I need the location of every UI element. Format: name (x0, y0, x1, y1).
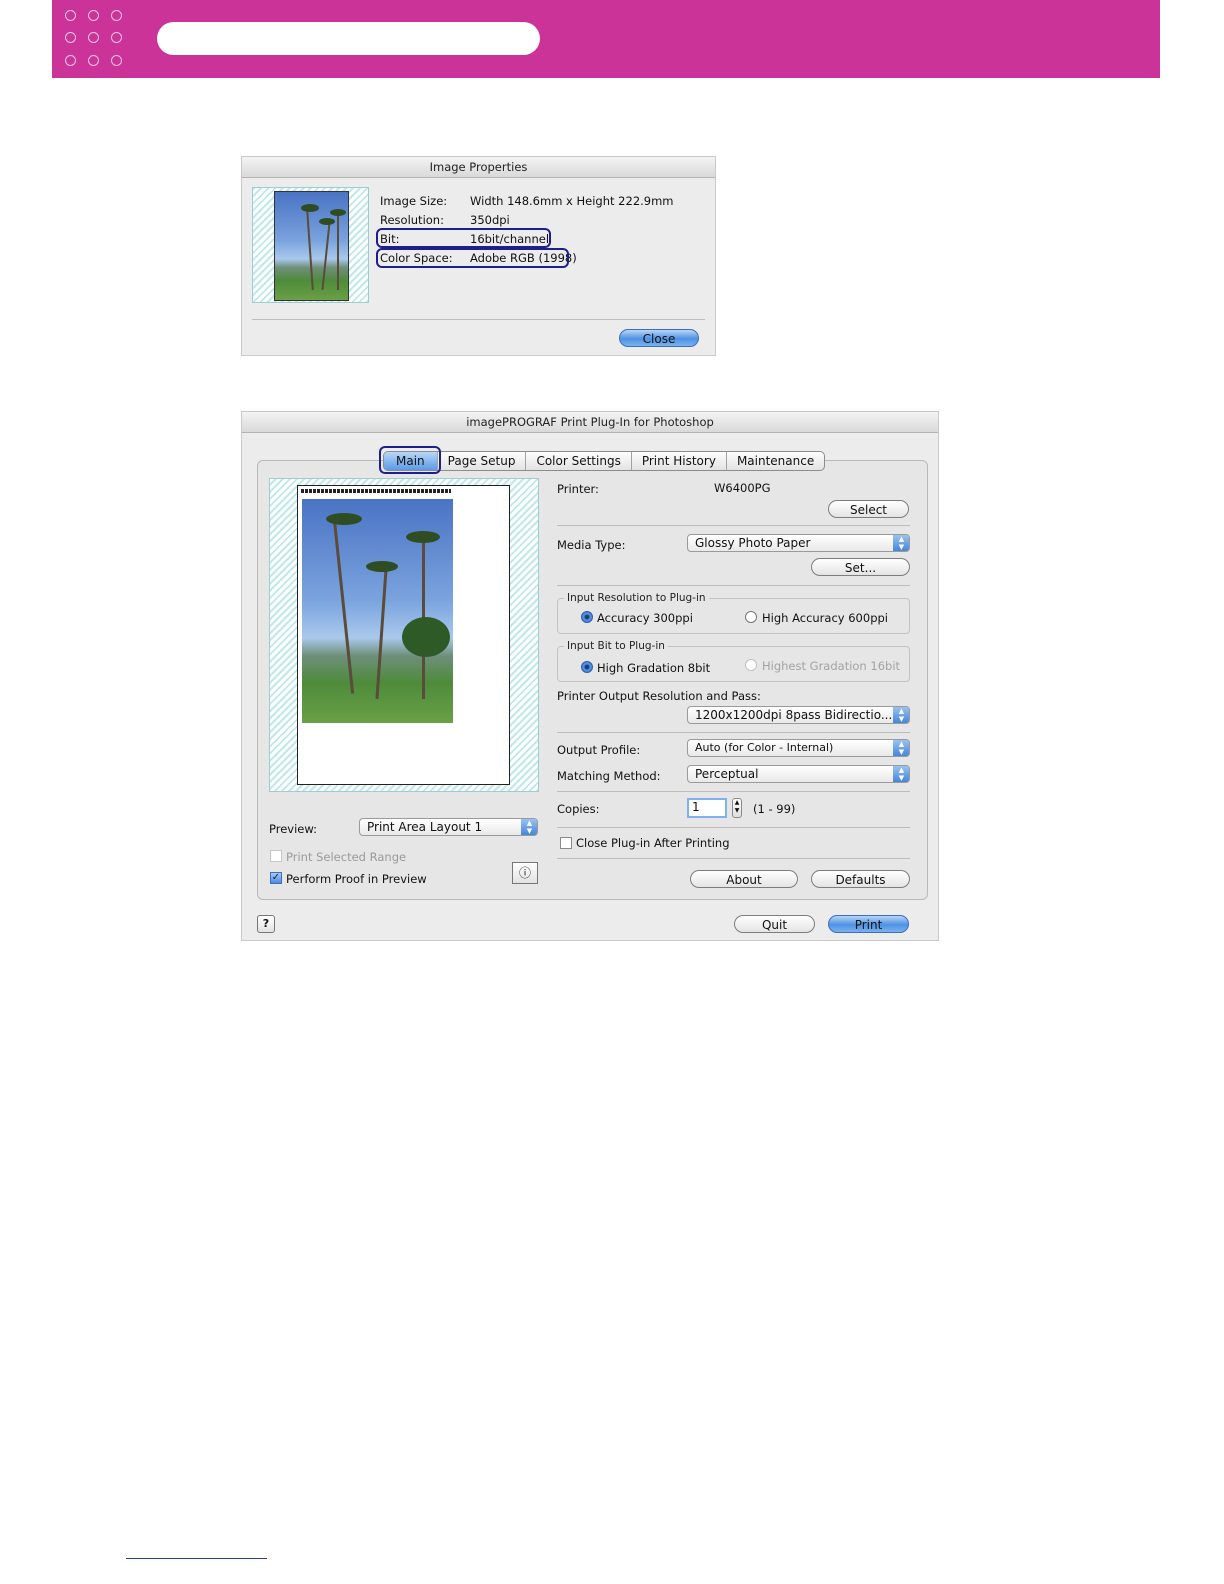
preview-frame (269, 478, 539, 792)
paper-header-text (301, 489, 451, 493)
updown-arrow-icon: ▲ ▼ (893, 535, 909, 551)
decor-dot (111, 32, 122, 43)
preview-select-value: Print Area Layout 1 (367, 820, 483, 834)
input-resolution-group: Input Resolution to Plug-in Accuracy 300… (557, 592, 910, 634)
image-size-label: Image Size: (380, 194, 448, 208)
copies-range: (1 - 99) (753, 802, 796, 816)
output-resolution-label: Printer Output Resolution and Pass: (557, 689, 761, 703)
divider (557, 732, 910, 733)
perform-proof-label: Perform Proof in Preview (286, 872, 427, 886)
divider (557, 525, 910, 526)
printer-label: Printer: (557, 482, 599, 496)
image-size-value: Width 148.6mm x Height 222.9mm (470, 194, 674, 208)
high-accuracy-600ppi-radio[interactable] (745, 611, 757, 623)
output-resolution-select[interactable]: 1200x1200dpi 8pass Bidirectio... ▲ ▼ (687, 706, 910, 724)
print-selected-range-label: Print Selected Range (286, 850, 407, 864)
matching-method-select[interactable]: Perceptual ▲ ▼ (687, 765, 910, 783)
decor-dot (88, 10, 99, 21)
footer-link-underline (126, 1558, 267, 1559)
input-resolution-caption: Input Resolution to Plug-in (564, 592, 709, 604)
window-title: Image Properties (242, 157, 715, 178)
media-type-select[interactable]: Glossy Photo Paper ▲ ▼ (687, 534, 910, 552)
decor-dot (88, 55, 99, 66)
header-title-pill (157, 22, 540, 55)
output-resolution-select-value: 1200x1200dpi 8pass Bidirectio... (695, 708, 893, 722)
updown-arrow-icon: ▲ ▼ (893, 766, 909, 782)
updown-arrow-icon: ▲ ▼ (521, 819, 537, 835)
media-type-label: Media Type: (557, 538, 626, 552)
highest-gradation-16bit-radio[interactable] (745, 659, 757, 671)
input-bit-caption: Input Bit to Plug-in (564, 640, 668, 652)
divider (252, 319, 705, 320)
output-profile-select[interactable]: Auto (for Color - Internal) ▲ ▼ (687, 739, 910, 757)
decor-dot (65, 10, 76, 21)
resolution-label: Resolution: (380, 213, 444, 227)
preview-photo (302, 499, 453, 723)
preview-label: Preview: (269, 822, 318, 836)
updown-arrow-icon: ▲ ▼ (893, 707, 909, 723)
printer-value: W6400PG (714, 481, 771, 495)
close-button[interactable]: Close (619, 329, 699, 347)
select-printer-button[interactable]: Select (828, 500, 909, 518)
media-type-select-value: Glossy Photo Paper (695, 536, 811, 550)
high-gradation-8bit-radio[interactable] (581, 661, 593, 673)
copies-input[interactable]: 1 (687, 798, 727, 818)
input-bit-group: Input Bit to Plug-in High Gradation 8bit… (557, 640, 910, 682)
divider (557, 585, 910, 586)
decor-dot (65, 32, 76, 43)
close-after-printing-checkbox[interactable] (560, 837, 572, 849)
print-selected-range-checkbox[interactable] (270, 850, 282, 862)
divider (557, 858, 910, 859)
perform-proof-checkbox[interactable]: ✓ (270, 872, 282, 884)
highest-gradation-16bit-label: Highest Gradation 16bit (762, 659, 901, 673)
preview-paper (297, 485, 510, 785)
decor-dot (65, 55, 76, 66)
divider (557, 791, 910, 792)
output-profile-label: Output Profile: (557, 743, 641, 757)
tab-bar: Main Page Setup Color Settings Print His… (383, 451, 826, 471)
image-properties-window: Image Properties Image Size: Width 148.6… (241, 156, 716, 356)
accuracy-300ppi-radio[interactable] (581, 611, 593, 623)
copies-label: Copies: (557, 802, 600, 816)
tab-color-settings[interactable]: Color Settings (525, 452, 630, 470)
window-title: imagePROGRAF Print Plug-In for Photoshop (242, 412, 938, 433)
preview-select[interactable]: Print Area Layout 1 ▲ ▼ (359, 818, 538, 836)
tab-print-history[interactable]: Print History (630, 452, 726, 470)
decor-dot (111, 10, 122, 21)
decor-dot (111, 55, 122, 66)
decor-dot (88, 32, 99, 43)
tab-page-setup[interactable]: Page Setup (436, 452, 526, 470)
resolution-value: 350dpi (470, 213, 510, 227)
output-profile-select-value: Auto (for Color - Internal) (695, 741, 834, 754)
copies-stepper[interactable]: ▲ ▼ (732, 798, 742, 818)
quit-button[interactable]: Quit (734, 915, 815, 933)
divider (557, 827, 910, 828)
tab-maintenance[interactable]: Maintenance (725, 452, 824, 470)
high-gradation-8bit-label: High Gradation 8bit (597, 661, 711, 675)
proof-info-icon[interactable]: ⓘ (512, 862, 538, 884)
main-tab-highlight-ring (379, 446, 441, 474)
photo-thumbnail (274, 191, 349, 301)
bit-highlight-ring (376, 228, 551, 248)
color-space-highlight-ring (376, 248, 569, 268)
accuracy-300ppi-label: Accuracy 300ppi (597, 611, 693, 625)
media-set-button[interactable]: Set... (811, 558, 910, 576)
thumbnail-frame (252, 187, 369, 303)
print-button[interactable]: Print (828, 915, 909, 933)
help-icon[interactable]: ? (257, 915, 275, 933)
about-button[interactable]: About (690, 870, 798, 888)
defaults-button[interactable]: Defaults (811, 870, 910, 888)
high-accuracy-600ppi-label: High Accuracy 600ppi (762, 611, 888, 625)
updown-arrow-icon: ▲ ▼ (893, 740, 909, 756)
matching-method-select-value: Perceptual (695, 767, 759, 781)
close-after-printing-label: Close Plug-in After Printing (576, 836, 730, 850)
matching-method-label: Matching Method: (557, 769, 661, 783)
